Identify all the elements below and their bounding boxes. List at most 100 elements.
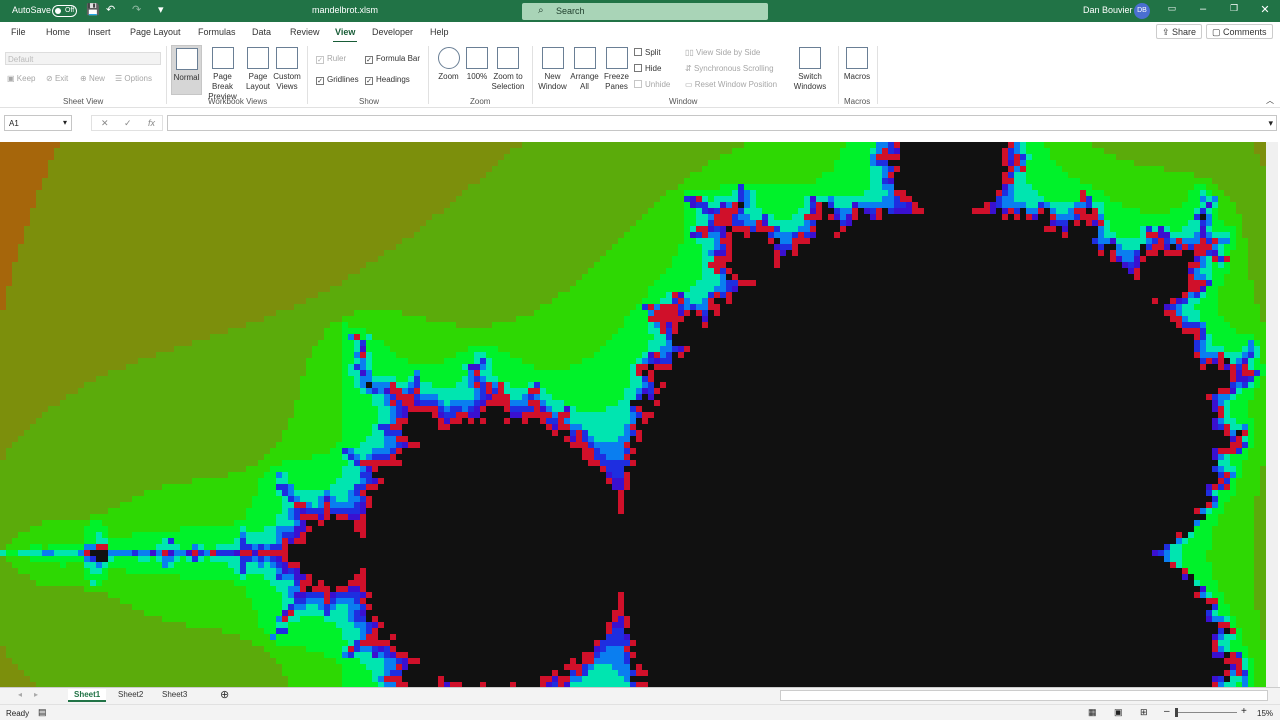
- scroll-tabs-left-icon[interactable]: ◂: [12, 689, 28, 700]
- minimize-icon[interactable]: –: [1193, 3, 1213, 15]
- freeze-panes-button[interactable]: Freeze Panes: [601, 45, 632, 95]
- reset-window-position-button[interactable]: ▭ Reset Window Position: [685, 80, 777, 90]
- restore-icon[interactable]: ❐: [1224, 3, 1244, 14]
- autosave-toggle[interactable]: Off: [52, 5, 77, 17]
- share-button[interactable]: ⇪ Share: [1156, 24, 1203, 39]
- page-layout-button[interactable]: Page Layout: [244, 45, 272, 95]
- headings-checkbox[interactable]: ✓ Headings: [365, 75, 410, 85]
- zoom-out-icon[interactable]: –: [1164, 706, 1170, 717]
- macro-record-icon[interactable]: ▤: [38, 707, 47, 718]
- expand-formula-icon[interactable]: ▾: [1268, 118, 1273, 129]
- tab-view[interactable]: View: [332, 27, 358, 43]
- options-button[interactable]: ☰ Options: [115, 74, 152, 84]
- tab-formulas[interactable]: Formulas: [198, 27, 236, 37]
- macros-icon: [846, 47, 868, 69]
- undo-icon[interactable]: ↶: [106, 3, 115, 16]
- close-icon[interactable]: ✕: [1255, 3, 1275, 16]
- gridlines-checkbox[interactable]: ✓ Gridlines: [316, 75, 359, 85]
- enter-icon[interactable]: ✓: [124, 118, 132, 129]
- zoom-100-button[interactable]: 100%: [465, 45, 489, 95]
- status-ready: Ready: [6, 709, 30, 718]
- formula-input[interactable]: ▾: [167, 115, 1277, 131]
- zoom-in-icon[interactable]: +: [1241, 706, 1247, 717]
- tab-home[interactable]: Home: [46, 27, 70, 37]
- redo-icon[interactable]: ↷: [132, 3, 141, 16]
- ruler-checkbox[interactable]: ✓ Ruler: [316, 54, 346, 64]
- zoom-button[interactable]: Zoom: [436, 45, 461, 95]
- normal-view-status-icon[interactable]: ▦: [1088, 707, 1097, 718]
- group-label-workbook-views: Workbook Views: [208, 97, 268, 106]
- normal-view-icon: [175, 48, 198, 70]
- user-name[interactable]: Dan Bouvier: [1083, 5, 1133, 15]
- page-layout-icon: [247, 47, 269, 69]
- synchronous-scrolling-button[interactable]: ⇵ Synchronous Scrolling: [685, 64, 774, 74]
- sheet-view-dropdown[interactable]: Default: [5, 52, 161, 65]
- tab-review[interactable]: Review: [290, 27, 320, 37]
- worksheet-grid[interactable]: [0, 137, 1280, 694]
- unhide-button[interactable]: Unhide: [634, 80, 670, 90]
- arrange-all-button[interactable]: Arrange All: [569, 45, 600, 95]
- avatar[interactable]: DB: [1134, 3, 1150, 19]
- tab-help[interactable]: Help: [430, 27, 449, 37]
- collapse-ribbon-icon[interactable]: ︿: [1266, 96, 1274, 106]
- divider: [838, 46, 839, 104]
- sheet-tab-sheet1[interactable]: Sheet1: [68, 689, 107, 702]
- formula-bar-checkbox[interactable]: ✓ Formula Bar: [365, 54, 420, 64]
- customize-qat-icon[interactable]: ▾: [158, 3, 164, 16]
- tab-page-layout[interactable]: Page Layout: [130, 27, 181, 37]
- page-layout-status-icon[interactable]: ▣: [1114, 707, 1123, 718]
- normal-view-button[interactable]: Normal: [171, 45, 202, 95]
- group-label-sheet-view: Sheet View: [63, 97, 104, 106]
- tab-developer[interactable]: Developer: [372, 27, 413, 37]
- split-button[interactable]: Split: [634, 48, 661, 58]
- arrange-all-icon: [573, 47, 596, 69]
- switch-windows-button[interactable]: Switch Windows: [788, 45, 832, 95]
- exit-button[interactable]: ⊘ Exit: [46, 74, 68, 84]
- comments-button[interactable]: ▢ Comments: [1206, 24, 1273, 39]
- add-sheet-icon[interactable]: ⊕: [214, 687, 235, 702]
- checkbox-icon: ✓: [316, 77, 324, 85]
- zoom-100-icon: [466, 47, 488, 69]
- side-by-side-icon: ▯▯: [685, 48, 697, 57]
- sheet-tab-sheet2[interactable]: Sheet2: [112, 689, 149, 700]
- tab-insert[interactable]: Insert: [88, 27, 111, 37]
- insert-function-icon[interactable]: fx: [148, 118, 155, 128]
- divider: [307, 46, 308, 104]
- custom-views-button[interactable]: Custom Views: [272, 45, 302, 95]
- switch-windows-icon: [799, 47, 821, 69]
- group-label-show: Show: [359, 97, 380, 106]
- zoom-selection-icon: [497, 47, 519, 69]
- page-break-status-icon[interactable]: ⊞: [1140, 707, 1148, 718]
- sheet-tab-sheet3[interactable]: Sheet3: [156, 689, 193, 700]
- vertical-scrollbar[interactable]: [1266, 142, 1278, 687]
- new-sheet-view-button[interactable]: ⊕ New: [80, 74, 105, 84]
- zoom-to-selection-button[interactable]: Zoom to Selection: [490, 45, 526, 95]
- zoom-slider-thumb[interactable]: [1175, 708, 1178, 717]
- tab-file[interactable]: File: [11, 27, 26, 37]
- share-icon: ⇪: [1162, 27, 1173, 37]
- save-icon[interactable]: 💾: [86, 3, 100, 16]
- search-icon: ⌕: [538, 5, 544, 16]
- name-box[interactable]: A1 ▾: [4, 115, 72, 131]
- reset-position-icon: ▭: [685, 80, 695, 89]
- horizontal-scrollbar[interactable]: [780, 690, 1268, 701]
- cancel-icon[interactable]: ✕: [101, 118, 109, 129]
- ribbon-display-icon[interactable]: ▭: [1162, 3, 1182, 14]
- new-window-button[interactable]: New Window: [537, 45, 568, 95]
- page-break-preview-button[interactable]: Page Break Preview: [202, 45, 243, 101]
- scroll-tabs-right-icon[interactable]: ▸: [28, 689, 44, 700]
- hide-button[interactable]: Hide: [634, 64, 661, 74]
- zoom-level[interactable]: 15%: [1257, 709, 1273, 718]
- divider: [532, 46, 533, 104]
- zoom-slider[interactable]: [1175, 708, 1237, 717]
- mandelbrot-image: [0, 142, 1266, 694]
- tab-data[interactable]: Data: [252, 27, 271, 37]
- autosave-label: AutoSave: [12, 5, 52, 15]
- group-label-macros: Macros: [844, 97, 871, 106]
- file-name[interactable]: mandelbrot.xlsm: [312, 5, 378, 15]
- keep-button[interactable]: ▣ Keep: [7, 74, 35, 84]
- view-side-by-side-button[interactable]: ▯▯ View Side by Side: [685, 48, 760, 58]
- macros-button[interactable]: Macros: [842, 45, 872, 95]
- page-break-icon: [211, 47, 234, 69]
- search-box[interactable]: ⌕ Search: [522, 3, 768, 20]
